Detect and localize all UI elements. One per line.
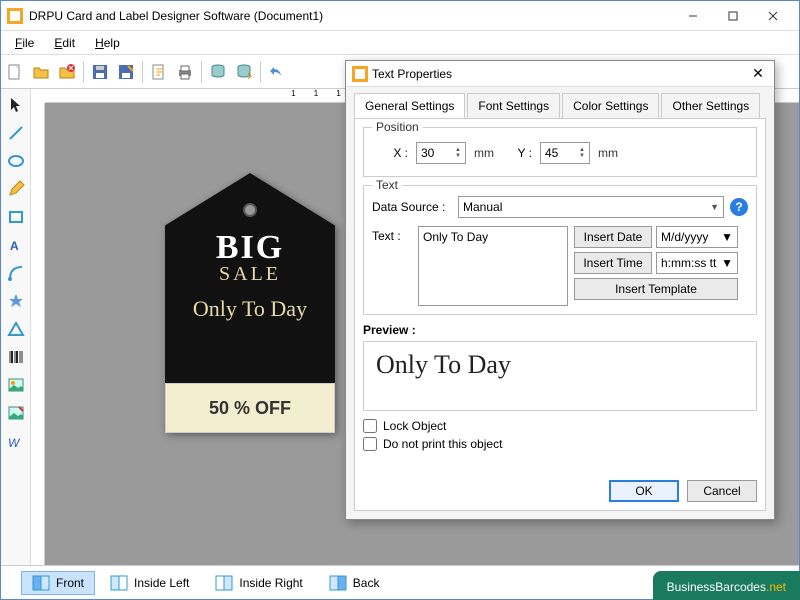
ruler-vertical	[31, 103, 45, 565]
cancel-button[interactable]: Cancel	[687, 480, 757, 502]
data-source-select[interactable]: Manual▼	[458, 196, 724, 218]
ok-button[interactable]: OK	[609, 480, 679, 502]
x-label: X :	[382, 146, 408, 160]
minimize-button[interactable]	[673, 2, 713, 30]
tool-tray: A W	[1, 89, 31, 565]
data-source-label: Data Source :	[372, 200, 452, 214]
lock-object-checkbox[interactable]: Lock Object	[363, 419, 757, 433]
tab-other-settings[interactable]: Other Settings	[661, 93, 760, 118]
dialog-close-icon[interactable]: ✕	[748, 65, 768, 82]
tag-text-off: 50 % OFF	[165, 383, 335, 433]
dialog-title: Text Properties	[372, 67, 748, 81]
watermark: BusinessBarcodes.net	[653, 571, 800, 600]
wordart-tool-icon[interactable]: W	[4, 429, 28, 453]
menubar: File Edit Help	[1, 31, 799, 55]
image-tool-icon[interactable]	[4, 373, 28, 397]
position-group: Position X : 30▲▼ mm Y : 45▲▼ mm	[363, 127, 757, 177]
insert-template-button[interactable]: Insert Template	[574, 278, 738, 300]
x-input[interactable]: 30▲▼	[416, 142, 466, 164]
tab-color-settings[interactable]: Color Settings	[562, 93, 659, 118]
line-tool-icon[interactable]	[4, 121, 28, 145]
menu-file[interactable]: File	[5, 34, 44, 52]
dialog-titlebar[interactable]: Text Properties ✕	[346, 61, 774, 87]
titlebar: DRPU Card and Label Designer Software (D…	[1, 1, 799, 31]
new-icon[interactable]	[3, 60, 27, 84]
tab-front[interactable]: Front	[21, 571, 95, 595]
text-tool-icon[interactable]: A	[4, 233, 28, 257]
help-icon[interactable]: ?	[730, 198, 748, 216]
time-format-select[interactable]: h:mm:ss tt▼	[656, 252, 738, 274]
menu-help[interactable]: Help	[85, 34, 130, 52]
db-import-icon[interactable]	[232, 60, 256, 84]
tag-text-big: BIG	[165, 173, 335, 267]
do-not-print-checkbox[interactable]: Do not print this object	[363, 437, 757, 451]
barcode-tool-icon[interactable]	[4, 345, 28, 369]
maximize-button[interactable]	[713, 2, 753, 30]
library-tool-icon[interactable]	[4, 401, 28, 425]
menu-edit[interactable]: Edit	[44, 34, 85, 52]
text-textarea[interactable]	[418, 226, 568, 306]
pointer-tool-icon[interactable]	[4, 93, 28, 117]
window-title: DRPU Card and Label Designer Software (D…	[29, 9, 673, 23]
y-label: Y :	[502, 146, 532, 160]
close-button[interactable]	[753, 2, 793, 30]
svg-text:A: A	[10, 239, 19, 253]
text-properties-dialog: Text Properties ✕ General Settings Font …	[345, 60, 775, 520]
preview-label: Preview :	[363, 323, 757, 337]
svg-text:W: W	[8, 436, 21, 450]
tab-inside-right[interactable]: Inside Right	[204, 571, 313, 595]
tag-text-sale: SALE	[165, 263, 335, 286]
undo-icon[interactable]	[265, 60, 289, 84]
date-format-select[interactable]: M/d/yyyy▼	[656, 226, 738, 248]
db-icon[interactable]	[206, 60, 230, 84]
tab-general-settings[interactable]: General Settings	[354, 93, 465, 118]
pencil-tool-icon[interactable]	[4, 177, 28, 201]
rect-tool-icon[interactable]	[4, 205, 28, 229]
preview-box: Only To Day	[363, 341, 757, 411]
ellipse-tool-icon[interactable]	[4, 149, 28, 173]
tab-back[interactable]: Back	[318, 571, 391, 595]
star-tool-icon[interactable]	[4, 289, 28, 313]
dialog-tabs: General Settings Font Settings Color Set…	[346, 87, 774, 118]
tab-inside-left[interactable]: Inside Left	[99, 571, 200, 595]
tag-text-only: Only To Day	[165, 296, 335, 322]
app-icon	[7, 8, 23, 24]
print-icon[interactable]	[173, 60, 197, 84]
text-label: Text :	[372, 226, 412, 306]
saveas-icon[interactable]	[114, 60, 138, 84]
text-group: Text Data Source : Manual▼ ? Text : Inse…	[363, 185, 757, 315]
insert-time-button[interactable]: Insert Time	[574, 252, 652, 274]
price-tag-design[interactable]: BIG SALE Only To Day 50 % OFF	[165, 173, 335, 433]
tab-font-settings[interactable]: Font Settings	[467, 93, 560, 118]
save-icon[interactable]	[88, 60, 112, 84]
dialog-icon	[352, 66, 368, 82]
open-icon[interactable]	[29, 60, 53, 84]
y-input[interactable]: 45▲▼	[540, 142, 590, 164]
arc-tool-icon[interactable]	[4, 261, 28, 285]
close-doc-icon[interactable]	[55, 60, 79, 84]
triangle-tool-icon[interactable]	[4, 317, 28, 341]
insert-date-button[interactable]: Insert Date	[574, 226, 652, 248]
edit-icon[interactable]	[147, 60, 171, 84]
